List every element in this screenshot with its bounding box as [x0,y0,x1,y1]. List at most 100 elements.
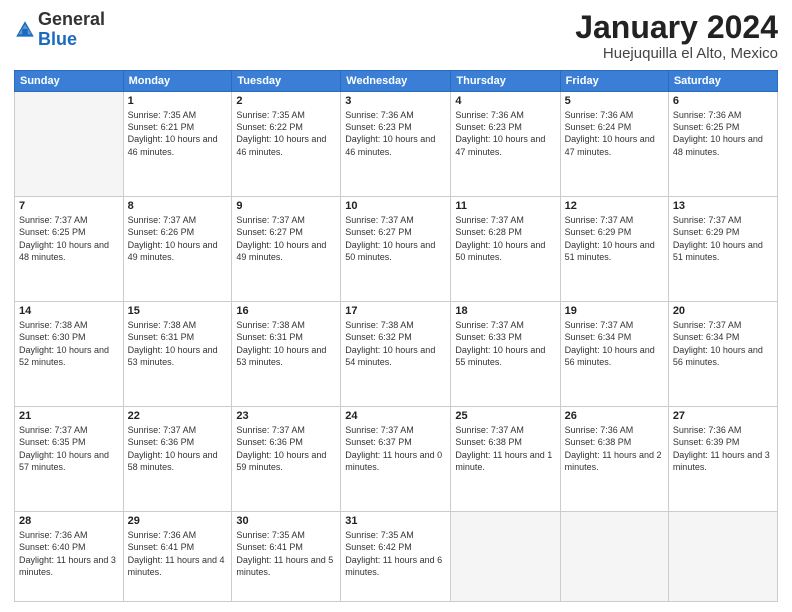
calendar-cell: 12 Sunrise: 7:37 AMSunset: 6:29 PMDayligh… [560,197,668,302]
day-info: Sunrise: 7:38 AMSunset: 6:30 PMDaylight:… [19,319,119,368]
day-number: 27 [673,410,773,422]
calendar-cell: 21Sunrise: 7:37 AMSunset: 6:35 PMDayligh… [15,407,124,512]
week-row-4: 21Sunrise: 7:37 AMSunset: 6:35 PMDayligh… [15,407,778,512]
day-number: 13 [673,200,773,212]
day-number: 22 [128,410,228,422]
day-info: Sunrise: 7:37 AMSunset: 6:34 PMDaylight:… [565,319,664,368]
day-info: Sunrise: 7:35 AMSunset: 6:21 PMDaylight:… [128,109,228,158]
col-header-friday: Friday [560,71,668,92]
day-info: Sunrise: 7:37 AMSunset: 6:28 PMDaylight:… [455,214,555,263]
day-info: Sunrise: 7:36 AMSunset: 6:24 PMDaylight:… [565,109,664,158]
day-number: 7 [19,200,119,212]
calendar-cell: 8Sunrise: 7:37 AMSunset: 6:26 PMDaylight… [123,197,232,302]
day-info: Sunrise: 7:37 AMSunset: 6:27 PMDaylight:… [345,214,446,263]
col-header-tuesday: Tuesday [232,71,341,92]
header: General Blue January 2024 Huejuquilla el… [14,10,778,62]
day-number: 1 [128,95,228,107]
calendar-cell [560,512,668,602]
calendar-cell: 23 Sunrise: 7:37 AMSunset: 6:36 PMDayligh… [232,407,341,512]
day-info: Sunrise: 7:37 AMSunset: 6:36 PMDaylight:… [236,424,336,473]
logo-icon [14,19,36,41]
calendar-cell: 9 Sunrise: 7:37 AMSunset: 6:27 PMDaylight… [232,197,341,302]
month-title: January 2024 [575,10,778,45]
day-number: 16 [236,305,336,317]
day-number: 8 [128,200,228,212]
calendar-cell: 1 Sunrise: 7:35 AMSunset: 6:21 PMDaylight… [123,92,232,197]
day-number: 21 [19,410,119,422]
day-number: 20 [673,305,773,317]
calendar-cell: 24 Sunrise: 7:37 AMSunset: 6:37 PMDayligh… [341,407,451,512]
calendar-cell [668,512,777,602]
calendar-cell: 26 Sunrise: 7:36 AMSunset: 6:38 PMDayligh… [560,407,668,512]
calendar-cell: 16 Sunrise: 7:38 AMSunset: 6:31 PMDayligh… [232,302,341,407]
calendar-cell: 2 Sunrise: 7:35 AMSunset: 6:22 PMDaylight… [232,92,341,197]
calendar-cell: 18Sunrise: 7:37 AMSunset: 6:33 PMDayligh… [451,302,560,407]
day-info: Sunrise: 7:35 AMSunset: 6:22 PMDaylight:… [236,109,336,158]
day-number: 10 [345,200,446,212]
header-row: SundayMondayTuesdayWednesdayThursdayFrid… [15,71,778,92]
day-number: 5 [565,95,664,107]
logo-general: General [38,9,105,29]
day-number: 12 [565,200,664,212]
week-row-1: 1 Sunrise: 7:35 AMSunset: 6:21 PMDaylight… [15,92,778,197]
col-header-sunday: Sunday [15,71,124,92]
day-number: 19 [565,305,664,317]
day-info: Sunrise: 7:36 AMSunset: 6:41 PMDaylight:… [128,529,228,578]
day-number: 29 [128,515,228,527]
day-number: 24 [345,410,446,422]
week-row-3: 14Sunrise: 7:38 AMSunset: 6:30 PMDayligh… [15,302,778,407]
day-info: Sunrise: 7:38 AMSunset: 6:31 PMDaylight:… [128,319,228,368]
calendar-cell [15,92,124,197]
day-info: Sunrise: 7:37 AMSunset: 6:29 PMDaylight:… [673,214,773,263]
day-info: Sunrise: 7:37 AMSunset: 6:34 PMDaylight:… [673,319,773,368]
calendar-cell: 20 Sunrise: 7:37 AMSunset: 6:34 PMDayligh… [668,302,777,407]
day-number: 26 [565,410,664,422]
calendar-cell: 6Sunrise: 7:36 AMSunset: 6:25 PMDaylight… [668,92,777,197]
day-number: 6 [673,95,773,107]
calendar-cell: 25 Sunrise: 7:37 AMSunset: 6:38 PMDayligh… [451,407,560,512]
day-info: Sunrise: 7:37 AMSunset: 6:38 PMDaylight:… [455,424,555,473]
day-number: 31 [345,515,446,527]
day-info: Sunrise: 7:36 AMSunset: 6:39 PMDaylight:… [673,424,773,473]
week-row-2: 7 Sunrise: 7:37 AMSunset: 6:25 PMDaylight… [15,197,778,302]
title-block: January 2024 Huejuquilla el Alto, Mexico [575,10,778,62]
col-header-saturday: Saturday [668,71,777,92]
day-info: Sunrise: 7:35 AMSunset: 6:41 PMDaylight:… [236,529,336,578]
day-info: Sunrise: 7:37 AMSunset: 6:29 PMDaylight:… [565,214,664,263]
day-number: 25 [455,410,555,422]
day-number: 17 [345,305,446,317]
calendar-cell: 3 Sunrise: 7:36 AMSunset: 6:23 PMDaylight… [341,92,451,197]
calendar-cell: 14Sunrise: 7:38 AMSunset: 6:30 PMDayligh… [15,302,124,407]
calendar-cell: 11Sunrise: 7:37 AMSunset: 6:28 PMDayligh… [451,197,560,302]
location: Huejuquilla el Alto, Mexico [575,45,778,62]
day-info: Sunrise: 7:36 AMSunset: 6:38 PMDaylight:… [565,424,664,473]
day-info: Sunrise: 7:37 AMSunset: 6:25 PMDaylight:… [19,214,119,263]
day-info: Sunrise: 7:36 AMSunset: 6:40 PMDaylight:… [19,529,119,578]
day-number: 2 [236,95,336,107]
day-info: Sunrise: 7:37 AMSunset: 6:36 PMDaylight:… [128,424,228,473]
day-info: Sunrise: 7:38 AMSunset: 6:31 PMDaylight:… [236,319,336,368]
day-info: Sunrise: 7:36 AMSunset: 6:23 PMDaylight:… [455,109,555,158]
calendar-cell: 13 Sunrise: 7:37 AMSunset: 6:29 PMDayligh… [668,197,777,302]
logo: General Blue [14,10,105,50]
day-info: Sunrise: 7:36 AMSunset: 6:23 PMDaylight:… [345,109,446,158]
day-number: 28 [19,515,119,527]
day-number: 4 [455,95,555,107]
week-row-5: 28 Sunrise: 7:36 AMSunset: 6:40 PMDayligh… [15,512,778,602]
day-info: Sunrise: 7:37 AMSunset: 6:33 PMDaylight:… [455,319,555,368]
day-number: 9 [236,200,336,212]
day-info: Sunrise: 7:37 AMSunset: 6:27 PMDaylight:… [236,214,336,263]
calendar-cell: 29 Sunrise: 7:36 AMSunset: 6:41 PMDayligh… [123,512,232,602]
day-number: 3 [345,95,446,107]
calendar-cell: 5 Sunrise: 7:36 AMSunset: 6:24 PMDaylight… [560,92,668,197]
calendar-cell [451,512,560,602]
day-number: 15 [128,305,228,317]
calendar-cell: 7 Sunrise: 7:37 AMSunset: 6:25 PMDaylight… [15,197,124,302]
calendar-cell: 4 Sunrise: 7:36 AMSunset: 6:23 PMDaylight… [451,92,560,197]
day-info: Sunrise: 7:37 AMSunset: 6:37 PMDaylight:… [345,424,446,473]
day-number: 23 [236,410,336,422]
calendar-cell: 15 Sunrise: 7:38 AMSunset: 6:31 PMDayligh… [123,302,232,407]
page: General Blue January 2024 Huejuquilla el… [0,0,792,612]
calendar-cell: 22 Sunrise: 7:37 AMSunset: 6:36 PMDayligh… [123,407,232,512]
col-header-thursday: Thursday [451,71,560,92]
